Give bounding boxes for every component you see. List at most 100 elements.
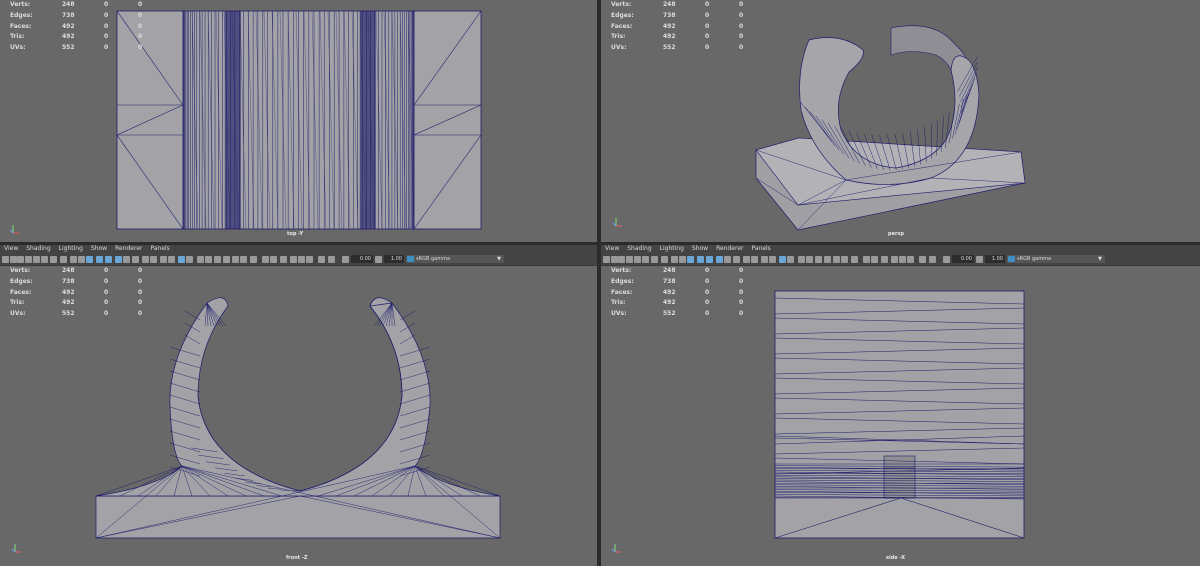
- toolbar-icon[interactable]: [150, 256, 157, 263]
- toolbar-icon[interactable]: [41, 256, 48, 263]
- toolbar-icon[interactable]: [891, 256, 898, 263]
- viewport-front[interactable]: Verts: 248 0 0 Edges: 738 0 0 Faces: 492 0 0 Tris: 49…: [0, 266, 597, 566]
- menu-shading[interactable]: Shading: [627, 245, 651, 252]
- toolbar-icon[interactable]: [798, 256, 805, 263]
- toolbar-icon[interactable]: [871, 256, 878, 263]
- viewport-top[interactable]: Verts: 248 0 0 Edges: 738 0 0 Faces: 492 0 0 Tris: 49…: [0, 0, 597, 242]
- toolbar-icon[interactable]: [33, 256, 40, 263]
- toolbar-icon[interactable]: [603, 256, 610, 263]
- toolbar-icon[interactable]: [86, 256, 93, 263]
- menu-lighting[interactable]: Lighting: [59, 245, 83, 252]
- toolbar-icon[interactable]: [306, 256, 313, 263]
- toolbar-icon[interactable]: [290, 256, 297, 263]
- toolbar-icon[interactable]: [634, 256, 641, 263]
- toolbar-icon[interactable]: [115, 256, 122, 263]
- toolbar-icon[interactable]: [716, 256, 723, 263]
- toolbar-icon[interactable]: [270, 256, 277, 263]
- toolbar-icon[interactable]: [214, 256, 221, 263]
- menu-show[interactable]: Show: [692, 245, 708, 252]
- gamma-field[interactable]: 1.00: [384, 255, 404, 263]
- toolbar-icon[interactable]: [769, 256, 776, 263]
- toolbar-icon[interactable]: [262, 256, 269, 263]
- toolbar-icon[interactable]: [232, 256, 239, 263]
- toolbar-icon[interactable]: [815, 256, 822, 263]
- gamma-field[interactable]: 1.00: [985, 255, 1005, 263]
- toolbar-icon[interactable]: [240, 256, 247, 263]
- toolbar-icon[interactable]: [280, 256, 287, 263]
- toolbar-icon[interactable]: [25, 256, 32, 263]
- menu-shading[interactable]: Shading: [26, 245, 50, 252]
- toolbar-icon[interactable]: [611, 256, 618, 263]
- toolbar-icon[interactable]: [250, 256, 257, 263]
- toolbar-icon[interactable]: [168, 256, 175, 263]
- toolbar-icon[interactable]: [17, 256, 24, 263]
- toolbar-icon[interactable]: [205, 256, 212, 263]
- menu-renderer[interactable]: Renderer: [716, 245, 743, 252]
- viewport-side[interactable]: Verts: 248 0 0 Edges: 738 0 0 Faces: 492 0 0 Tris: 49…: [601, 266, 1200, 566]
- toolbar-icon[interactable]: [132, 256, 139, 263]
- toolbar-icon[interactable]: [779, 256, 786, 263]
- toolbar-icon[interactable]: [733, 256, 740, 263]
- toolbar-icon[interactable]: [787, 256, 794, 263]
- toolbar-icon[interactable]: [833, 256, 840, 263]
- menu-renderer[interactable]: Renderer: [115, 245, 142, 252]
- exposure-icon[interactable]: [943, 256, 950, 263]
- toolbar-icon[interactable]: [328, 256, 335, 263]
- toolbar-icon[interactable]: [70, 256, 77, 263]
- menu-panels[interactable]: Panels: [150, 245, 169, 252]
- toolbar-icon[interactable]: [806, 256, 813, 263]
- toolbar-icon[interactable]: [929, 256, 936, 263]
- toolbar-icon[interactable]: [78, 256, 85, 263]
- toolbar-icon[interactable]: [841, 256, 848, 263]
- menu-view[interactable]: View: [4, 245, 18, 252]
- toolbar-icon[interactable]: [197, 256, 204, 263]
- toolbar-icon[interactable]: [743, 256, 750, 263]
- toolbar-icon[interactable]: [863, 256, 870, 263]
- toolbar-icon[interactable]: [679, 256, 686, 263]
- toolbar-icon[interactable]: [751, 256, 758, 263]
- toolbar-icon[interactable]: [2, 256, 9, 263]
- toolbar-icon[interactable]: [706, 256, 713, 263]
- toolbar-icon[interactable]: [919, 256, 926, 263]
- exposure-icon[interactable]: [342, 256, 349, 263]
- toolbar-icon[interactable]: [60, 256, 67, 263]
- toolbar-icon[interactable]: [724, 256, 731, 263]
- toolbar-icon[interactable]: [96, 256, 103, 263]
- toolbar-icon[interactable]: [881, 256, 888, 263]
- menu-show[interactable]: Show: [91, 245, 107, 252]
- toolbar-icon[interactable]: [824, 256, 831, 263]
- toolbar-icon[interactable]: [123, 256, 130, 263]
- gamma-icon[interactable]: [976, 256, 983, 263]
- toolbar-icon[interactable]: [661, 256, 668, 263]
- toolbar-icon[interactable]: [761, 256, 768, 263]
- menu-lighting[interactable]: Lighting: [660, 245, 684, 252]
- toolbar-icon[interactable]: [851, 256, 858, 263]
- toolbar-icon[interactable]: [105, 256, 112, 263]
- toolbar-icon[interactable]: [50, 256, 57, 263]
- toolbar-icon[interactable]: [160, 256, 167, 263]
- toolbar-icon[interactable]: [318, 256, 325, 263]
- toolbar-icon[interactable]: [651, 256, 658, 263]
- menu-panels[interactable]: Panels: [751, 245, 770, 252]
- exposure-field[interactable]: 0.00: [952, 255, 974, 263]
- colorspace-dropdown[interactable]: sRGB gamma ▼: [406, 255, 504, 263]
- toolbar-icon[interactable]: [142, 256, 149, 263]
- toolbar-icon[interactable]: [223, 256, 230, 263]
- toolbar-icon[interactable]: [618, 256, 625, 263]
- toolbar-icon[interactable]: [642, 256, 649, 263]
- exposure-field[interactable]: 0.00: [351, 255, 373, 263]
- toolbar-icon[interactable]: [178, 256, 185, 263]
- viewport-persp[interactable]: Verts: 248 0 0 Edges: 738 0 0 Faces: 492 0 0 Tris: 49…: [601, 0, 1200, 242]
- toolbar-icon[interactable]: [10, 256, 17, 263]
- menu-view[interactable]: View: [605, 245, 619, 252]
- toolbar-icon[interactable]: [697, 256, 704, 263]
- toolbar-icon[interactable]: [687, 256, 694, 263]
- toolbar-icon[interactable]: [186, 256, 193, 263]
- toolbar-icon[interactable]: [298, 256, 305, 263]
- gamma-icon[interactable]: [375, 256, 382, 263]
- toolbar-icon[interactable]: [899, 256, 906, 263]
- colorspace-dropdown[interactable]: sRGB gamma ▼: [1007, 255, 1105, 263]
- toolbar-icon[interactable]: [907, 256, 914, 263]
- toolbar-icon[interactable]: [626, 256, 633, 263]
- toolbar-icon[interactable]: [671, 256, 678, 263]
